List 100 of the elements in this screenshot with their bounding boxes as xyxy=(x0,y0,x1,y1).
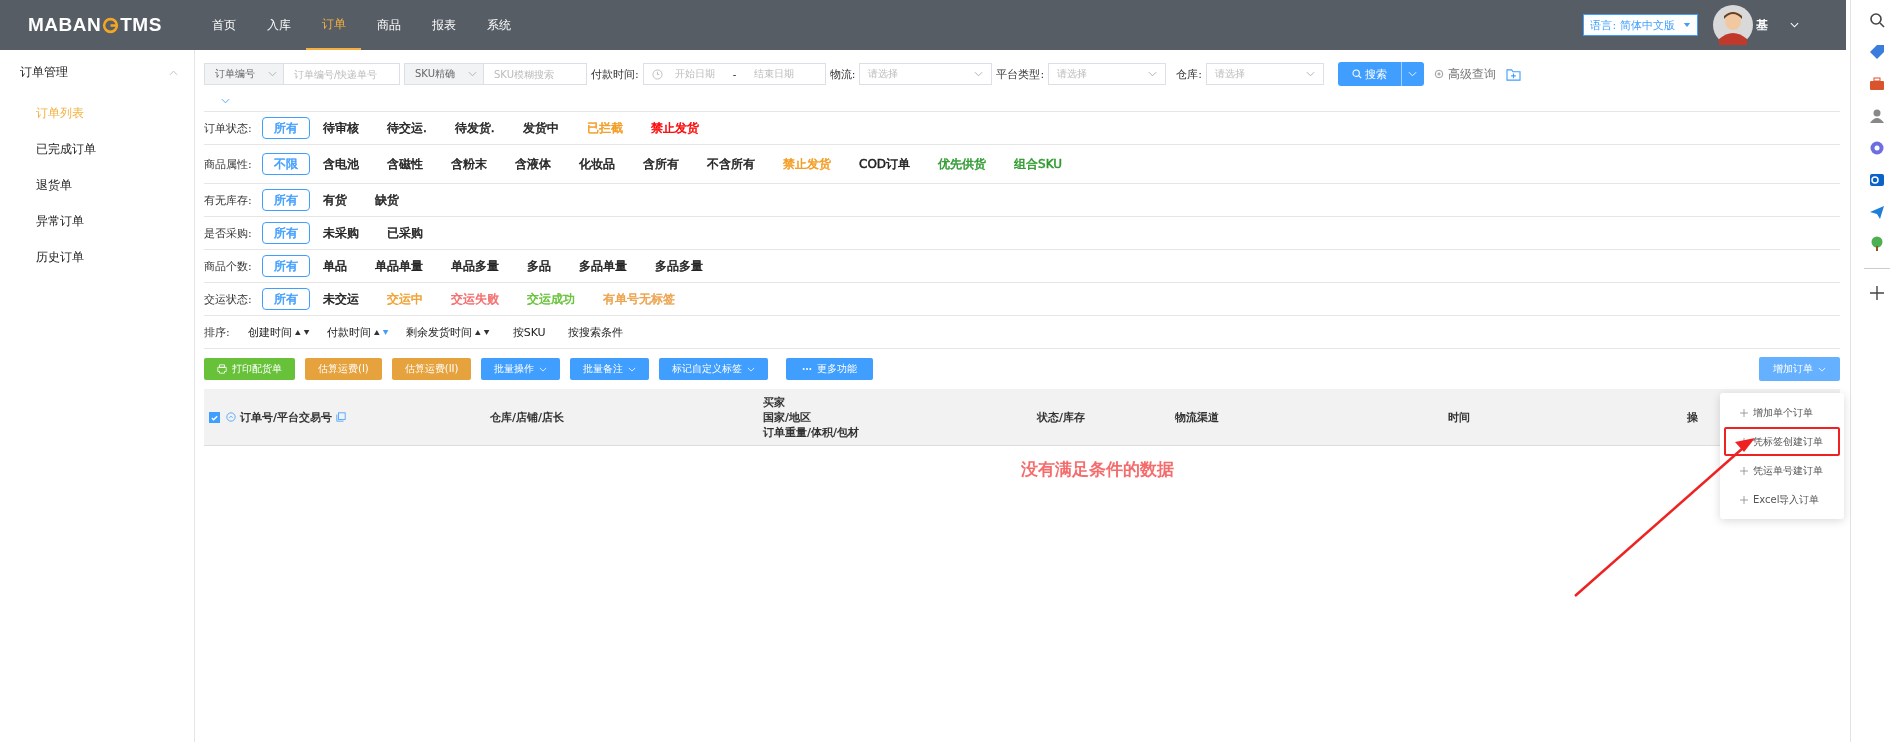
sort-option[interactable]: 按SKU xyxy=(512,324,546,340)
filter-label: 商品属性: xyxy=(204,156,253,172)
sort-label: 排序: xyxy=(204,324,230,340)
filter-option[interactable]: 多品 xyxy=(518,255,560,277)
filter-option[interactable]: 发货中 xyxy=(513,117,568,139)
person-icon[interactable] xyxy=(1868,108,1885,124)
search-icon xyxy=(1351,69,1362,79)
filter-option[interactable]: 有货 xyxy=(314,189,356,211)
sku-mode-select[interactable]: SKU精确 xyxy=(404,63,484,85)
nav-tab[interactable]: 报表 xyxy=(416,0,471,50)
filter-option[interactable]: COD订单 xyxy=(850,153,920,175)
briefcase-icon[interactable] xyxy=(1868,76,1885,92)
mail-icon[interactable] xyxy=(1868,172,1885,188)
sort-option[interactable]: 剩余发货时间 xyxy=(405,324,491,340)
nav-tab[interactable]: 订单 xyxy=(306,0,361,50)
sort-option[interactable]: 创建时间 xyxy=(247,324,311,340)
logo-text: MABAN xyxy=(28,14,102,36)
column-header: 时间 xyxy=(1448,409,1470,425)
filter-option[interactable]: 所有 xyxy=(262,189,310,211)
filter-option[interactable]: 所有 xyxy=(262,255,310,277)
order-number-select[interactable]: 订单编号 xyxy=(204,63,284,85)
checkbox[interactable] xyxy=(209,411,220,423)
chevron-down-icon xyxy=(1305,71,1315,77)
filter-label: 有无库存: xyxy=(204,192,253,208)
chevron-down-icon xyxy=(468,71,477,77)
more-icon xyxy=(802,367,813,371)
filter-option[interactable]: 已采购 xyxy=(378,222,432,244)
filter-label: 订单状态: xyxy=(204,120,253,136)
sidebar-item[interactable]: 异常订单 xyxy=(0,203,194,239)
filter-option[interactable]: 单品单量 xyxy=(366,255,432,277)
chevron-down-icon xyxy=(539,366,548,372)
sidebar-item[interactable]: 历史订单 xyxy=(0,239,194,275)
advanced-search-link[interactable]: 高级查询 xyxy=(1433,65,1496,83)
menu-item[interactable]: 增加单个订单 xyxy=(1724,398,1840,427)
nav-tab[interactable]: 入库 xyxy=(251,0,306,50)
menu-item[interactable]: Excel导入订单 xyxy=(1724,485,1840,514)
filter-option[interactable]: 化妆品 xyxy=(570,153,624,175)
column-header: 买家 国家/地区 订单重量/体积/包材 xyxy=(763,394,860,440)
filter-option[interactable]: 待交运. xyxy=(378,117,436,139)
nav-tab[interactable]: 系统 xyxy=(471,0,526,50)
zoom-in-icon xyxy=(1433,69,1444,79)
search-icon[interactable] xyxy=(1868,12,1885,28)
column-header: 状态/库存 xyxy=(1037,409,1086,425)
filter-option[interactable]: 未采购 xyxy=(314,222,368,244)
sort-option[interactable]: 付款时间 xyxy=(326,324,390,340)
filter-option[interactable]: 待审核 xyxy=(314,117,368,139)
menu-item[interactable]: 凭运单号建订单 xyxy=(1724,456,1840,485)
tag-icon[interactable] xyxy=(1868,44,1885,60)
filter-option[interactable]: 多品单量 xyxy=(570,255,636,277)
column-header: 订单号/平台交易号 xyxy=(240,409,333,425)
sidebar-item[interactable]: 已完成订单 xyxy=(0,131,194,167)
sort-option[interactable]: 按搜索条件 xyxy=(567,324,623,340)
plus-icon[interactable] xyxy=(1868,285,1885,301)
filter-option[interactable]: 单品多量 xyxy=(442,255,508,277)
filter-option[interactable]: 含液体 xyxy=(506,153,560,175)
clock-icon xyxy=(651,68,663,80)
chevron-down-icon xyxy=(974,71,984,77)
chevron-down-icon xyxy=(747,366,756,372)
sku-input[interactable]: SKU模糊搜索 xyxy=(483,63,587,85)
nav-tab[interactable]: 首页 xyxy=(196,0,251,50)
plus-icon xyxy=(1740,495,1748,504)
filter-option[interactable]: 交运失败 xyxy=(442,288,508,310)
filter-label: 商品个数: xyxy=(204,258,253,274)
menu-group-title[interactable]: 订单管理 xyxy=(20,64,68,81)
filter-option[interactable]: 不含所有 xyxy=(698,153,764,175)
filter-option[interactable]: 优先供货 xyxy=(929,153,996,175)
copy-icon[interactable] xyxy=(336,412,347,422)
folder-add-icon[interactable] xyxy=(1505,67,1521,81)
empty-message: 没有满足条件的数据 xyxy=(1020,458,1174,481)
gear-icon[interactable] xyxy=(1868,140,1885,156)
filter-option[interactable]: 含所有 xyxy=(634,153,688,175)
logo-mark-icon xyxy=(102,16,120,34)
filter-label: 交运状态: xyxy=(204,291,253,307)
filter-option[interactable]: 所有 xyxy=(262,288,310,310)
field-label: 付款时间: xyxy=(591,66,639,82)
nav-tab[interactable]: 商品 xyxy=(361,0,416,50)
filter-option[interactable]: 组合SKU xyxy=(1005,153,1072,175)
filter-option[interactable]: 所有 xyxy=(262,222,310,244)
chevron-down-icon xyxy=(1408,71,1418,77)
field-label: 平台类型: xyxy=(996,66,1045,82)
avatar-icon[interactable] xyxy=(1713,5,1753,45)
logo-text: TMS xyxy=(120,14,162,36)
send-icon[interactable] xyxy=(1868,204,1885,220)
filter-option[interactable]: 含粉末 xyxy=(442,153,496,175)
filter-option[interactable]: 待发货. xyxy=(445,117,504,139)
filter-option[interactable]: 禁止发货 xyxy=(641,117,708,139)
plus-icon xyxy=(1740,408,1748,417)
filter-option[interactable]: 未交运 xyxy=(314,288,368,310)
sidebar-item[interactable]: 退货单 xyxy=(0,167,194,203)
field-label: 仓库: xyxy=(1176,66,1202,82)
user-name[interactable]: 基 xyxy=(1756,16,1790,34)
filter-option[interactable]: 含磁性 xyxy=(378,153,432,175)
filter-option[interactable]: 多品多量 xyxy=(646,255,712,277)
filter-option[interactable]: 单品 xyxy=(314,255,356,277)
filter-option[interactable]: 缺货 xyxy=(366,189,408,211)
filter-option[interactable]: 含电池 xyxy=(314,153,368,175)
chevron-down-icon xyxy=(268,71,277,77)
column-header: 操 xyxy=(1687,409,1698,425)
filter-option[interactable]: 所有 xyxy=(262,117,310,139)
menu-item[interactable]: 凭标签创建订单 xyxy=(1724,427,1840,456)
